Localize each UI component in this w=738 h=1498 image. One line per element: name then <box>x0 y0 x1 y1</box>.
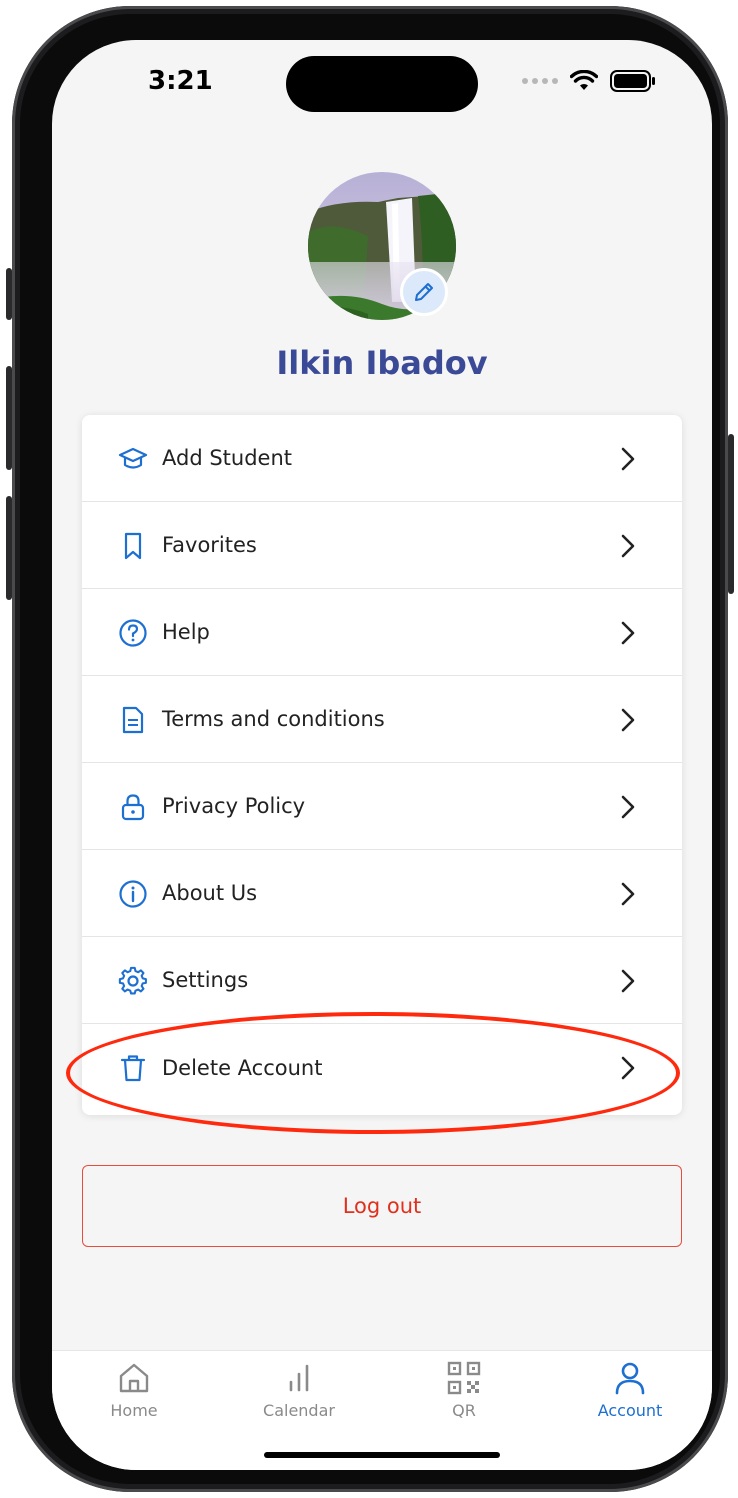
status-time: 3:21 <box>148 66 213 96</box>
menu-item-label: Terms and conditions <box>162 707 385 731</box>
menu-item-help[interactable]: Help <box>82 589 682 676</box>
chevron-right-icon <box>621 447 635 471</box>
info-circle-icon <box>119 880 147 908</box>
menu-item-settings[interactable]: Settings <box>82 937 682 1024</box>
bookmark-icon <box>124 532 142 560</box>
home-indicator <box>264 1452 500 1458</box>
menu-item-favorites[interactable]: Favorites <box>82 502 682 589</box>
menu-item-privacy[interactable]: Privacy Policy <box>82 763 682 850</box>
user-name: Ilkin Ibadov <box>276 344 488 382</box>
pencil-icon <box>415 283 433 301</box>
tab-label: QR <box>452 1401 476 1420</box>
help-circle-icon <box>119 619 147 647</box>
gear-icon <box>118 966 147 995</box>
menu-item-label: Delete Account <box>162 1055 323 1080</box>
dynamic-island <box>286 56 478 112</box>
tab-label: Account <box>597 1401 663 1420</box>
qr-code-icon <box>447 1361 481 1395</box>
logout-button[interactable]: Log out <box>82 1165 682 1247</box>
tab-label: Calendar <box>263 1401 335 1420</box>
menu-item-terms[interactable]: Terms and conditions <box>82 676 682 763</box>
menu-item-label: Help <box>162 620 210 644</box>
chevron-right-icon <box>621 882 635 906</box>
graduation-cap-icon <box>118 447 148 469</box>
volume-up-button <box>6 366 12 470</box>
chevron-right-icon <box>621 708 635 732</box>
bar-chart-icon <box>289 1364 309 1392</box>
screen: 3:21 Ilkin Ibadov Add Student Favorites … <box>52 40 712 1470</box>
status-icons <box>522 70 656 92</box>
chevron-right-icon <box>621 969 635 993</box>
menu-item-label: Settings <box>162 968 249 992</box>
mute-switch <box>6 268 12 320</box>
power-button <box>728 434 734 594</box>
lock-icon <box>121 794 145 821</box>
menu-item-label: Favorites <box>162 533 257 557</box>
volume-down-button <box>6 496 12 600</box>
tab-account[interactable]: Account <box>570 1361 690 1420</box>
chevron-right-icon <box>621 621 635 645</box>
avatar-container <box>308 172 456 320</box>
menu-item-about[interactable]: About Us <box>82 850 682 937</box>
menu-item-label: Add Student <box>162 446 292 470</box>
battery-icon <box>610 70 655 92</box>
document-icon <box>122 706 144 734</box>
menu-item-label: About Us <box>162 881 258 905</box>
home-icon <box>119 1363 149 1393</box>
chevron-right-icon <box>621 795 635 819</box>
menu-item-delete-account[interactable]: Delete Account <box>82 1024 682 1111</box>
tab-home[interactable]: Home <box>74 1361 194 1420</box>
cellular-signal-icon <box>522 78 558 84</box>
chevron-right-icon <box>621 534 635 558</box>
wifi-icon <box>570 70 598 90</box>
trash-icon <box>120 1055 146 1082</box>
phone-frame: 3:21 Ilkin Ibadov Add Student Favorites … <box>6 6 734 1492</box>
menu-item-add-student[interactable]: Add Student <box>82 415 682 502</box>
account-menu: Add Student Favorites Help Terms and con… <box>82 415 682 1115</box>
user-icon <box>615 1362 645 1395</box>
menu-item-label: Privacy Policy <box>162 794 306 818</box>
tab-label: Home <box>110 1401 158 1420</box>
tab-calendar[interactable]: Calendar <box>239 1361 359 1420</box>
edit-avatar-button[interactable] <box>400 268 448 316</box>
chevron-right-icon <box>621 1056 635 1080</box>
tab-qr[interactable]: QR <box>404 1361 524 1420</box>
